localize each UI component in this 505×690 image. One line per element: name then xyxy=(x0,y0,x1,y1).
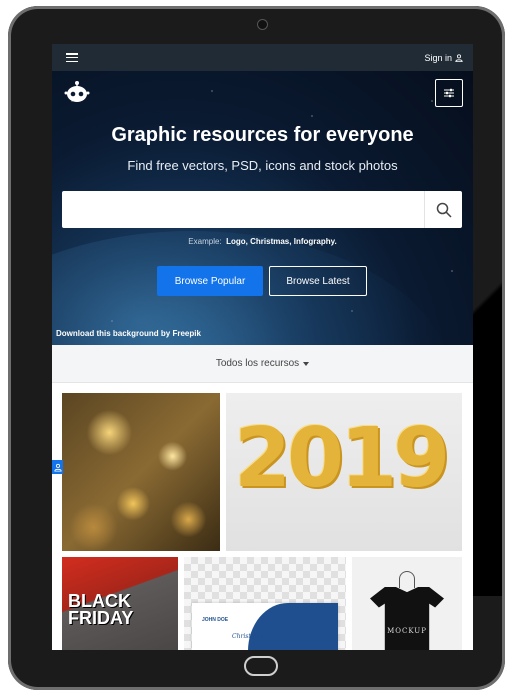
freepik-logo-icon[interactable] xyxy=(64,80,90,104)
resource-gallery: 2019 BLACK FRIDAY JOHN DOE Christmas MOC… xyxy=(52,383,473,650)
sign-in-link[interactable]: Sign in xyxy=(424,53,463,63)
user-icon xyxy=(455,53,463,62)
browse-latest-button[interactable]: Browse Latest xyxy=(269,266,367,296)
card-name-text: JOHN DOE xyxy=(202,617,229,623)
screen: Sign in Graphic resources for everyone F… xyxy=(52,44,473,650)
browse-popular-button[interactable]: Browse Popular xyxy=(157,266,263,296)
gallery-tile-christmas-card[interactable]: JOHN DOE Christmas xyxy=(184,557,346,650)
card-christmas-text: Christmas xyxy=(232,633,264,640)
sliders-icon xyxy=(444,88,454,98)
search-button[interactable] xyxy=(424,191,462,228)
background-credit-link[interactable]: Download this background by Freepik xyxy=(56,329,201,338)
search-icon xyxy=(436,202,452,218)
example-link-infography[interactable]: Infography xyxy=(294,237,335,246)
gallery-tile-gold-bokeh[interactable] xyxy=(62,393,220,551)
tile-2019-text: 2019 xyxy=(234,411,450,506)
user-icon xyxy=(53,463,62,471)
caret-down-icon xyxy=(303,361,310,366)
resource-type-label: Todos los recursos xyxy=(215,358,300,369)
example-link-christmas[interactable]: Christmas xyxy=(250,237,289,246)
christmas-card: JOHN DOE Christmas xyxy=(192,603,338,650)
search-bar xyxy=(62,191,462,228)
example-link-logo[interactable]: Logo xyxy=(226,237,246,246)
hamburger-menu-icon[interactable] xyxy=(66,53,78,62)
search-examples: Example: Logo, Christmas, Infography. xyxy=(188,237,337,246)
side-user-tab[interactable] xyxy=(52,460,63,474)
camera-icon xyxy=(257,19,268,30)
gallery-tile-black-friday[interactable]: BLACK FRIDAY xyxy=(62,557,178,650)
top-navbar: Sign in xyxy=(52,44,473,71)
tshirt-shape xyxy=(370,587,444,650)
example-label: Example: xyxy=(188,237,222,246)
card-wave-shape xyxy=(248,603,338,650)
tile-black-friday-text: BLACK FRIDAY xyxy=(68,591,134,628)
hanger-icon xyxy=(399,571,415,588)
hero-subtitle: Find free vectors, PSD, icons and stock … xyxy=(127,158,398,173)
gallery-tile-2019-balloons[interactable]: 2019 xyxy=(226,393,462,551)
resource-type-dropdown[interactable]: Todos los recursos xyxy=(52,345,473,383)
home-button[interactable] xyxy=(244,656,278,676)
search-input[interactable] xyxy=(62,191,424,228)
hero-banner: Graphic resources for everyone Find free… xyxy=(52,71,473,345)
sign-in-label: Sign in xyxy=(424,52,452,63)
tile-mockup-text: MOCKUP xyxy=(387,627,427,635)
filter-settings-button[interactable] xyxy=(435,79,463,107)
gallery-tile-tshirt-mockup[interactable]: MOCKUP xyxy=(352,557,462,650)
hero-title: Graphic resources for everyone xyxy=(111,124,414,146)
